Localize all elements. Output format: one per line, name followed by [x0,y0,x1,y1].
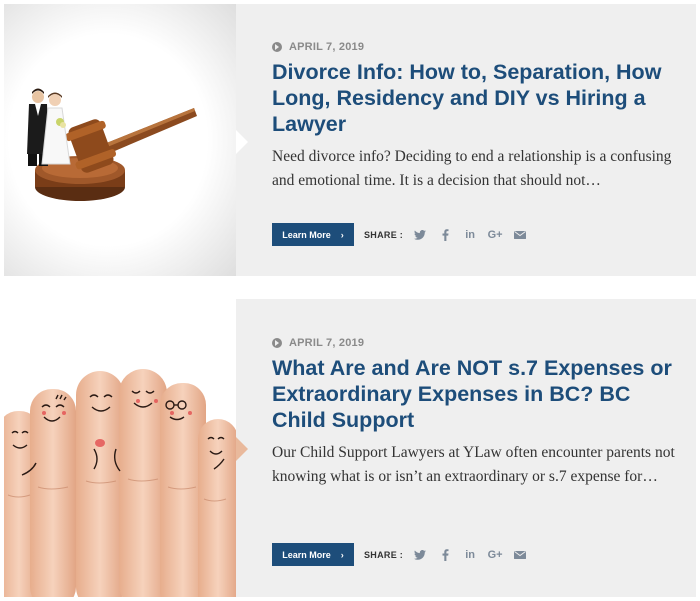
learn-more-button[interactable]: Learn More › [272,223,354,246]
facebook-icon[interactable] [437,227,453,243]
twitter-icon[interactable] [412,227,428,243]
share-label: SHARE : [364,229,404,240]
post-date-text: APRIL 7, 2019 [289,337,365,349]
twitter-icon[interactable] [412,547,428,563]
chevron-right-icon: › [340,229,344,240]
arrow-circle-icon [272,42,282,52]
linkedin-icon[interactable]: in [462,547,478,563]
post-date: APRIL 7, 2019 [272,41,676,53]
learn-more-label: Learn More [282,229,331,240]
blog-post-card: APRIL 7, 2019 What Are and Are NOT s.7 E… [4,299,696,597]
finger-faces-family-image [4,299,236,597]
learn-more-button[interactable]: Learn More › [272,543,354,566]
post-content: APRIL 7, 2019 Divorce Info: How to, Sepa… [272,41,676,193]
email-icon[interactable] [512,227,528,243]
post-actions: Learn More › SHARE : in G+ [272,543,528,566]
post-date: APRIL 7, 2019 [272,337,676,349]
post-date-text: APRIL 7, 2019 [289,41,365,53]
share-label: SHARE : [364,549,404,560]
post-thumbnail[interactable] [4,4,236,276]
chevron-right-icon: › [340,549,344,560]
arrow-circle-icon [272,338,282,348]
post-title[interactable]: What Are and Are NOT s.7 Expenses or Ext… [272,355,676,433]
thumbnail-pointer [236,130,248,154]
post-actions: Learn More › SHARE : in G+ [272,223,528,246]
wedding-couple-on-gavel-image [27,88,197,201]
linkedin-icon[interactable]: in [462,227,478,243]
google-plus-icon[interactable]: G+ [487,547,503,563]
post-title[interactable]: Divorce Info: How to, Separation, How Lo… [272,59,676,137]
google-plus-icon[interactable]: G+ [487,227,503,243]
email-icon[interactable] [512,547,528,563]
post-excerpt: Our Child Support Lawyers at YLaw often … [272,444,675,485]
post-content: APRIL 7, 2019 What Are and Are NOT s.7 E… [272,337,676,489]
blog-post-card: APRIL 7, 2019 Divorce Info: How to, Sepa… [4,4,696,276]
facebook-icon[interactable] [437,547,453,563]
post-excerpt: Need divorce info? Deciding to end a rel… [272,148,672,189]
post-thumbnail[interactable] [4,299,236,597]
learn-more-label: Learn More [282,549,331,560]
thumbnail-pointer [236,437,248,461]
